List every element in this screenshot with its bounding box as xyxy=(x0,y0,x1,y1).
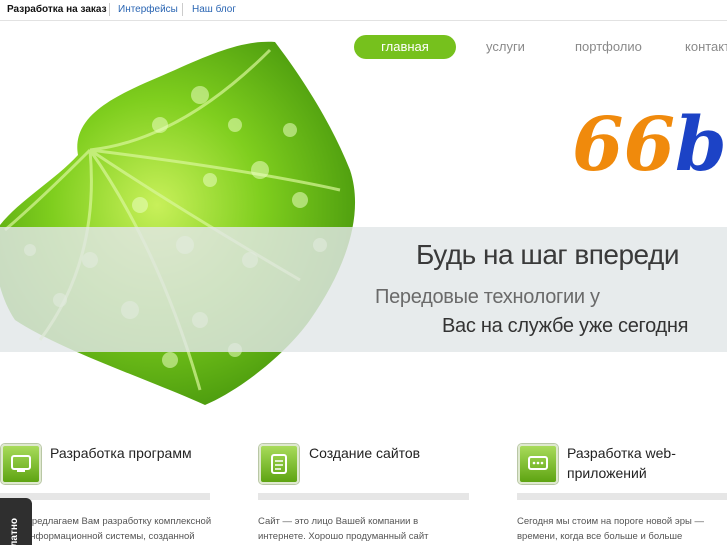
service-text-web-apps: Сегодня мы стоим на пороге новой эры — вр… xyxy=(517,516,704,542)
company-logo[interactable]: 66bi xyxy=(572,105,727,185)
service-text-software: Предлагаем Вам разработку комплексной инф… xyxy=(25,516,212,542)
divider xyxy=(0,493,210,500)
free-consultation-tab[interactable]: Бесплатно xyxy=(0,498,32,545)
chat-window-icon xyxy=(518,444,558,484)
leaf-image xyxy=(0,41,356,405)
document-icon xyxy=(259,444,299,484)
topbar-separator xyxy=(109,3,110,16)
topbar-link-custom-development[interactable]: Разработка на заказ xyxy=(7,4,107,16)
divider xyxy=(258,493,469,500)
nav-portfolio[interactable]: портфолио xyxy=(575,35,642,59)
topbar-separator xyxy=(182,3,183,16)
nav-services[interactable]: услуги xyxy=(486,35,525,59)
hero-headline: Будь на шаг впереди xyxy=(416,239,680,270)
topbar-link-blog[interactable]: Наш блог xyxy=(192,4,236,16)
hero-subline-2: Вас на службе уже сегодня xyxy=(442,315,689,337)
hero-subline-1: Передовые технологии у xyxy=(375,286,600,308)
topbar-link-interfaces[interactable]: Интерфейсы xyxy=(118,4,178,16)
monitor-icon xyxy=(1,444,41,484)
service-title-websites[interactable]: Создание сайтов xyxy=(309,443,420,463)
divider xyxy=(517,493,727,500)
nav-contacts[interactable]: контакты xyxy=(685,35,727,59)
service-title-software[interactable]: Разработка программ xyxy=(50,443,192,463)
nav-home[interactable]: главная xyxy=(354,35,456,59)
service-text-websites: Сайт — это лицо Вашей компании в интернет… xyxy=(258,516,429,542)
service-title-web-apps[interactable]: Разработка web-приложений xyxy=(567,443,676,483)
top-bar: Разработка на заказ Интерфейсы Наш блог xyxy=(0,0,727,21)
hero-banner: Будь на шаг впереди Передовые технологии… xyxy=(0,30,727,410)
